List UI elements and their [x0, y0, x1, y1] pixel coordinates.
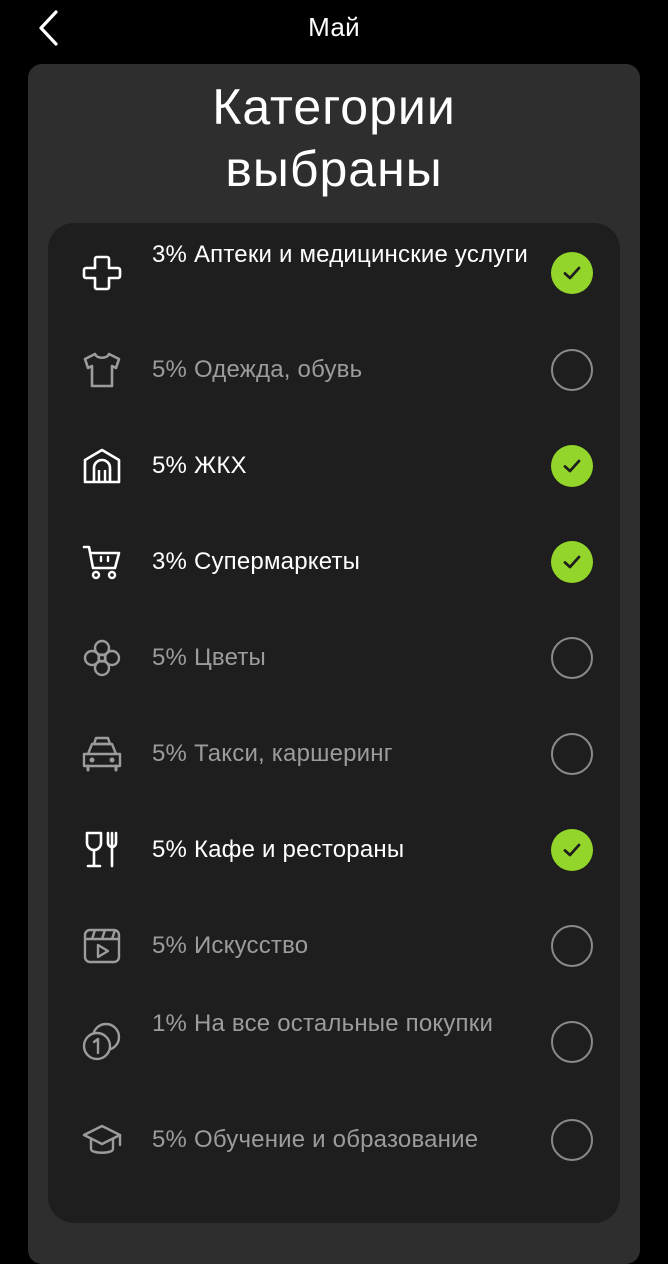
category-label: 5% Искусство — [152, 932, 309, 959]
unselected-circle-icon[interactable] — [551, 733, 593, 775]
unselected-circle-icon[interactable] — [551, 1119, 593, 1161]
selected-checkmark-icon[interactable] — [551, 541, 593, 583]
selected-checkmark-icon[interactable] — [551, 252, 593, 294]
category-row-supermarkets[interactable]: 3% Супермаркеты — [48, 532, 620, 592]
category-label: 1% На все остальные покупки — [152, 1010, 494, 1037]
category-label: 5% Такси, каршеринг — [152, 740, 393, 767]
category-label: 5% Цветы — [152, 644, 266, 671]
category-label: 5% Обучение и образование — [152, 1126, 479, 1153]
house-icon — [80, 444, 124, 488]
category-row-education[interactable]: 5% Обучение и образование — [48, 1110, 620, 1170]
wineglass-fork-icon — [80, 828, 124, 872]
category-row-cafes[interactable]: 5% Кафе и рестораны — [48, 820, 620, 880]
tshirt-icon — [80, 348, 124, 392]
top-bar: Май — [0, 0, 668, 56]
unselected-circle-icon[interactable] — [551, 637, 593, 679]
category-row-clothing[interactable]: 5% Одежда, обувь — [48, 340, 620, 400]
sheet-title: Категории выбраны — [212, 79, 456, 197]
taxi-icon — [80, 732, 124, 776]
category-row-taxi[interactable]: 5% Такси, каршеринг — [48, 724, 620, 784]
category-label: 5% Одежда, обувь — [152, 356, 363, 383]
unselected-circle-icon[interactable] — [551, 349, 593, 391]
unselected-circle-icon[interactable] — [551, 1021, 593, 1063]
selected-checkmark-icon[interactable] — [551, 445, 593, 487]
category-row-other[interactable]: 1% На все остальные покупки — [48, 1004, 620, 1080]
flower-icon — [80, 636, 124, 680]
selected-checkmark-icon[interactable] — [551, 829, 593, 871]
medical-cross-icon — [80, 251, 124, 295]
category-label: 5% Кафе и рестораны — [152, 836, 405, 863]
coins-icon — [80, 1020, 124, 1064]
graduation-cap-icon — [80, 1118, 124, 1162]
page-title: Май — [308, 12, 360, 42]
shopping-cart-icon — [80, 540, 124, 584]
category-row-flowers[interactable]: 5% Цветы — [48, 628, 620, 688]
category-label: 5% ЖКХ — [152, 452, 247, 479]
unselected-circle-icon[interactable] — [551, 925, 593, 967]
video-clapper-icon — [80, 924, 124, 968]
category-row-utilities[interactable]: 5% ЖКХ — [48, 436, 620, 496]
category-row-medical[interactable]: 3% Аптеки и медицинские услуги — [48, 233, 620, 313]
category-row-art[interactable]: 5% Искусство — [48, 916, 620, 976]
category-label: 3% Аптеки и медицинские услуги — [152, 241, 529, 268]
category-label: 3% Супермаркеты — [152, 548, 361, 575]
